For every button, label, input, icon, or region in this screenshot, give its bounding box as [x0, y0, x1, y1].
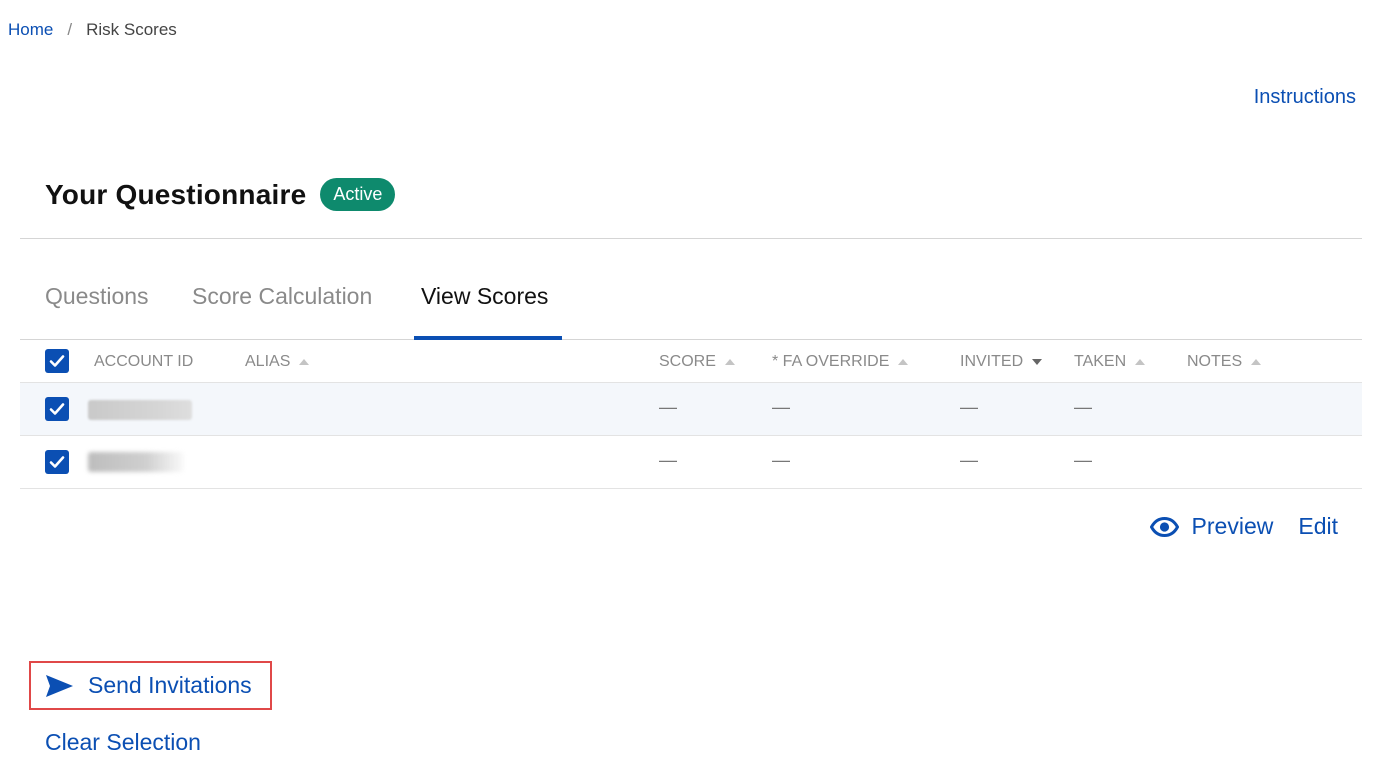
- table-actions: Preview Edit: [1149, 513, 1338, 540]
- taken-cell: —: [1074, 397, 1092, 417]
- fa-override-cell: —: [772, 450, 790, 470]
- tab-questions[interactable]: Questions: [45, 283, 149, 310]
- send-invitations-label: Send Invitations: [88, 672, 252, 698]
- preview-link[interactable]: Preview: [1149, 513, 1274, 540]
- column-header-notes[interactable]: NOTES: [1187, 353, 1262, 371]
- taken-cell: —: [1074, 450, 1092, 470]
- clear-selection-button[interactable]: Clear Selection: [45, 729, 201, 756]
- checkmark-icon: [49, 355, 65, 367]
- select-all-checkbox[interactable]: [45, 349, 69, 373]
- invited-cell: —: [960, 450, 978, 470]
- column-header-fa-override[interactable]: * FA OVERRIDE: [772, 353, 909, 371]
- page-title: Your Questionnaire: [45, 178, 307, 210]
- score-cell: —: [659, 450, 677, 470]
- tab-bar: Questions Score Calculation View Scores: [20, 270, 1362, 340]
- send-invitations-button[interactable]: Send Invitations: [45, 672, 252, 699]
- scores-table: ACCOUNT ID ALIAS SCORE * FA OVERRIDE INV…: [20, 340, 1362, 489]
- account-id-redacted: [88, 452, 184, 472]
- table-row[interactable]: — — — —: [20, 436, 1362, 489]
- breadcrumb-separator: /: [67, 20, 73, 39]
- breadcrumb-home-link[interactable]: Home: [8, 20, 53, 40]
- checkmark-icon: [49, 456, 65, 468]
- column-header-label: NOTES: [1187, 353, 1243, 370]
- score-cell: —: [659, 397, 677, 417]
- column-header-label: SCORE: [659, 353, 716, 370]
- column-header-label: INVITED: [960, 353, 1024, 370]
- table-row[interactable]: — — — —: [20, 383, 1362, 436]
- account-id-redacted: [88, 400, 192, 420]
- row-checkbox[interactable]: [45, 450, 69, 474]
- sort-up-icon: [1251, 359, 1262, 365]
- column-header-alias[interactable]: ALIAS: [245, 353, 310, 371]
- sort-up-icon: [724, 359, 735, 365]
- sort-up-icon: [299, 359, 310, 365]
- column-header-label: ALIAS: [245, 353, 291, 370]
- send-invitations-highlight: Send Invitations: [29, 661, 272, 710]
- divider: [20, 238, 1362, 239]
- instructions-link[interactable]: Instructions: [1254, 86, 1356, 109]
- invited-cell: —: [960, 397, 978, 417]
- sort-down-icon: [1032, 359, 1043, 365]
- edit-link[interactable]: Edit: [1298, 513, 1338, 540]
- sort-up-icon: [898, 359, 909, 365]
- checkmark-icon: [49, 403, 65, 415]
- column-header-label: TAKEN: [1074, 353, 1127, 370]
- fa-override-cell: —: [772, 397, 790, 417]
- column-header-account-id[interactable]: ACCOUNT ID: [94, 353, 193, 371]
- column-header-label: * FA OVERRIDE: [772, 353, 890, 370]
- column-header-invited[interactable]: INVITED: [960, 353, 1043, 371]
- questionnaire-header: Your Questionnaire Active: [45, 178, 396, 211]
- column-header-score[interactable]: SCORE: [659, 353, 735, 371]
- breadcrumb: Home / Risk Scores: [8, 20, 177, 40]
- column-header-label: ACCOUNT ID: [94, 353, 194, 370]
- breadcrumb-current: Risk Scores: [86, 20, 177, 39]
- row-checkbox[interactable]: [45, 397, 69, 421]
- column-header-taken[interactable]: TAKEN: [1074, 353, 1146, 371]
- tab-score-calculation[interactable]: Score Calculation: [192, 283, 372, 310]
- eye-icon: [1149, 516, 1179, 537]
- table-header: ACCOUNT ID ALIAS SCORE * FA OVERRIDE INV…: [20, 340, 1362, 383]
- preview-label: Preview: [1191, 513, 1274, 539]
- sort-up-icon: [1135, 359, 1146, 365]
- status-badge: Active: [320, 178, 396, 211]
- send-icon: [46, 674, 73, 697]
- tab-view-scores[interactable]: View Scores: [421, 283, 548, 310]
